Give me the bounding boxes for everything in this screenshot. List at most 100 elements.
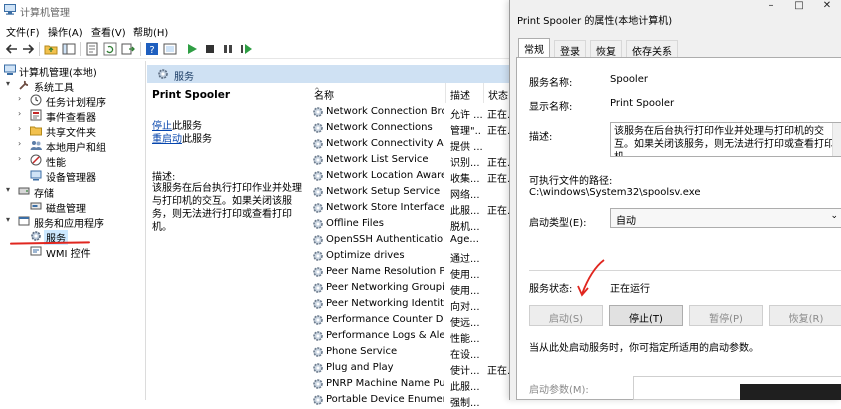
service-name-cell: Peer Networking Identity... bbox=[326, 298, 444, 309]
tree-item-label: 性能 bbox=[46, 158, 66, 169]
service-name-cell: Performance Counter DL... bbox=[326, 314, 444, 325]
table-row[interactable]: Peer Networking Groupi... 使用... bbox=[310, 280, 510, 297]
dialog-title: Print Spooler 的属性(本地计算机) bbox=[517, 16, 673, 27]
table-row[interactable]: Network Store Interface ... 此服... 正在... bbox=[310, 200, 510, 217]
menu-action[interactable]: 操作(A) bbox=[48, 24, 83, 39]
view-icon[interactable] bbox=[163, 42, 177, 56]
service-description-cell: 收集... bbox=[450, 174, 480, 185]
table-row[interactable]: OpenSSH Authentication ... Age... bbox=[310, 232, 510, 248]
restart-service-link[interactable]: 重启动 bbox=[152, 134, 182, 145]
column-header-status[interactable]: 状态 bbox=[484, 83, 510, 103]
chevron-right-icon[interactable]: › bbox=[18, 124, 28, 133]
table-row[interactable]: Portable Device Enumera...强制... bbox=[310, 392, 510, 409]
table-row[interactable]: Network Setup Service 网络... bbox=[310, 184, 510, 201]
tab-logon[interactable]: 登录 bbox=[554, 40, 586, 58]
service-description-cell: 脱机... bbox=[450, 222, 480, 233]
table-row[interactable]: Network Connectivity Ass... 提供 ... bbox=[310, 136, 510, 153]
menu-bar: 文件(F) 操作(A) 查看(V) 帮助(H) bbox=[0, 21, 520, 39]
resume-button[interactable]: 恢复(R) bbox=[769, 305, 841, 326]
table-row[interactable]: Network Connections 管理"... 正在... bbox=[310, 120, 510, 137]
folder-up-icon[interactable] bbox=[44, 42, 58, 56]
chevron-down-icon[interactable]: ▾ bbox=[6, 79, 16, 88]
chevron-right-icon[interactable]: › bbox=[18, 154, 28, 163]
tree-item-label: 本地用户和组 bbox=[46, 143, 106, 154]
description-textbox[interactable]: 该服务在后台执行打印作业并处理与打印机的交互。如果关闭该服务，则无法进行打印或查… bbox=[610, 122, 841, 157]
service-name-cell: Network Setup Service bbox=[326, 186, 441, 197]
chevron-down-icon[interactable]: ▾ bbox=[6, 215, 16, 224]
tree-item-label: 共享文件夹 bbox=[46, 128, 96, 139]
properties-dialog: Print Spooler 的属性(本地计算机) – □ ✕ 常规 登录 恢复 … bbox=[509, 0, 841, 400]
service-description-cell: 在设... bbox=[450, 350, 480, 361]
start-service-icon[interactable] bbox=[185, 42, 199, 56]
computer-management-icon bbox=[4, 4, 16, 15]
forward-icon[interactable] bbox=[21, 42, 35, 56]
table-row[interactable]: Optimize drives 通过... bbox=[310, 248, 510, 265]
export-list-icon[interactable] bbox=[121, 42, 135, 56]
table-row[interactable]: Peer Name Resolution Pr... 使用... bbox=[310, 264, 510, 281]
table-row[interactable]: Phone Service 在设... bbox=[310, 344, 510, 361]
description-label: 描述: bbox=[529, 132, 553, 143]
console-tree: 计算机管理(本地) ▾ 系统工具 › 任务计划程序 › 事件查看器 › 共享文件… bbox=[0, 61, 146, 400]
back-icon[interactable] bbox=[5, 42, 19, 56]
startup-type-select[interactable]: 自动 ⌄ bbox=[610, 208, 841, 228]
table-row[interactable]: Performance Counter DL... 使远... bbox=[310, 312, 510, 329]
start-button[interactable]: 启动(S) bbox=[529, 305, 603, 326]
display-name-label: 显示名称: bbox=[529, 102, 573, 113]
service-status-cell: 正在... bbox=[487, 174, 510, 185]
service-gear-icon bbox=[312, 378, 324, 390]
service-name-cell: Phone Service bbox=[326, 346, 398, 357]
tab-general[interactable]: 常规 bbox=[518, 38, 550, 58]
chevron-right-icon[interactable]: › bbox=[18, 139, 28, 148]
service-name-cell: Optimize drives bbox=[326, 250, 405, 261]
service-description-cell: 通过... bbox=[450, 254, 480, 265]
tab-recovery[interactable]: 恢复 bbox=[590, 40, 622, 58]
tab-dependencies[interactable]: 依存关系 bbox=[626, 40, 678, 58]
description-value: 该服务在后台执行打印作业并处理与打印机的交互。如果关闭该服务，则无法进行打印或查… bbox=[614, 126, 834, 156]
table-row[interactable]: Plug and Play 使计... 正在... bbox=[310, 360, 510, 377]
column-header-description[interactable]: 描述 bbox=[446, 83, 484, 103]
chevron-right-icon[interactable]: › bbox=[18, 109, 28, 118]
service-status-cell: 正在... bbox=[487, 126, 510, 137]
chevron-down-icon[interactable]: ▾ bbox=[6, 185, 16, 194]
table-row[interactable]: Peer Networking Identity... 向对... bbox=[310, 296, 510, 313]
restart-service-icon[interactable] bbox=[239, 42, 253, 56]
stop-service-icon[interactable] bbox=[203, 42, 217, 56]
service-gear-icon bbox=[312, 298, 324, 310]
shared-folder-icon bbox=[30, 124, 42, 136]
service-gear-icon bbox=[312, 186, 324, 198]
service-description-cell: 使远... bbox=[450, 318, 480, 329]
pause-button[interactable]: 暂停(P) bbox=[689, 305, 763, 326]
help-icon[interactable]: ? bbox=[145, 42, 159, 56]
service-gear-icon bbox=[312, 282, 324, 294]
table-row[interactable]: Offline Files 脱机... bbox=[310, 216, 510, 233]
service-name-cell: Network List Service bbox=[326, 154, 429, 165]
menu-view[interactable]: 查看(V) bbox=[91, 24, 126, 39]
minimize-icon[interactable]: – bbox=[760, 0, 782, 20]
refresh-icon[interactable] bbox=[103, 42, 117, 56]
menu-file[interactable]: 文件(F) bbox=[6, 24, 40, 39]
pause-service-icon[interactable] bbox=[221, 42, 235, 56]
chevron-right-icon[interactable]: › bbox=[18, 94, 28, 103]
close-icon[interactable]: ✕ bbox=[816, 0, 838, 20]
table-row[interactable]: Network List Service 识别... 正在... bbox=[310, 152, 510, 169]
properties-icon[interactable] bbox=[85, 42, 99, 56]
disk-icon bbox=[30, 200, 42, 212]
service-gear-icon bbox=[312, 202, 324, 214]
description-scrollbar[interactable] bbox=[832, 123, 841, 156]
tree-item-label: WMI 控件 bbox=[46, 249, 91, 260]
console-tree-icon[interactable] bbox=[62, 42, 76, 56]
services-pane: 服务 Print Spooler 停止此服务 重启动此服务 描述: 该服务在后台… bbox=[147, 61, 510, 409]
table-row[interactable]: PNRP Machine Name Pu... 此服... bbox=[310, 376, 510, 393]
gear-icon bbox=[157, 68, 169, 80]
service-status-value: 正在运行 bbox=[610, 284, 650, 295]
stop-button[interactable]: 停止(T) bbox=[609, 305, 683, 326]
maximize-icon[interactable]: □ bbox=[788, 0, 810, 20]
service-name-value: Spooler bbox=[610, 74, 648, 85]
table-row[interactable]: Network Location Aware... 收集... 正在... bbox=[310, 168, 510, 185]
table-row[interactable]: Performance Logs & Aler... 性能... bbox=[310, 328, 510, 345]
menu-help[interactable]: 帮助(H) bbox=[133, 24, 168, 39]
service-description-cell: 提供 ... bbox=[450, 142, 482, 153]
table-row[interactable]: Network Connection Bro... 允许 ... 正在... bbox=[310, 104, 510, 121]
tree-item-label: 服务和应用程序 bbox=[34, 219, 104, 230]
column-header-name[interactable]: 名称 ^ bbox=[310, 83, 446, 103]
